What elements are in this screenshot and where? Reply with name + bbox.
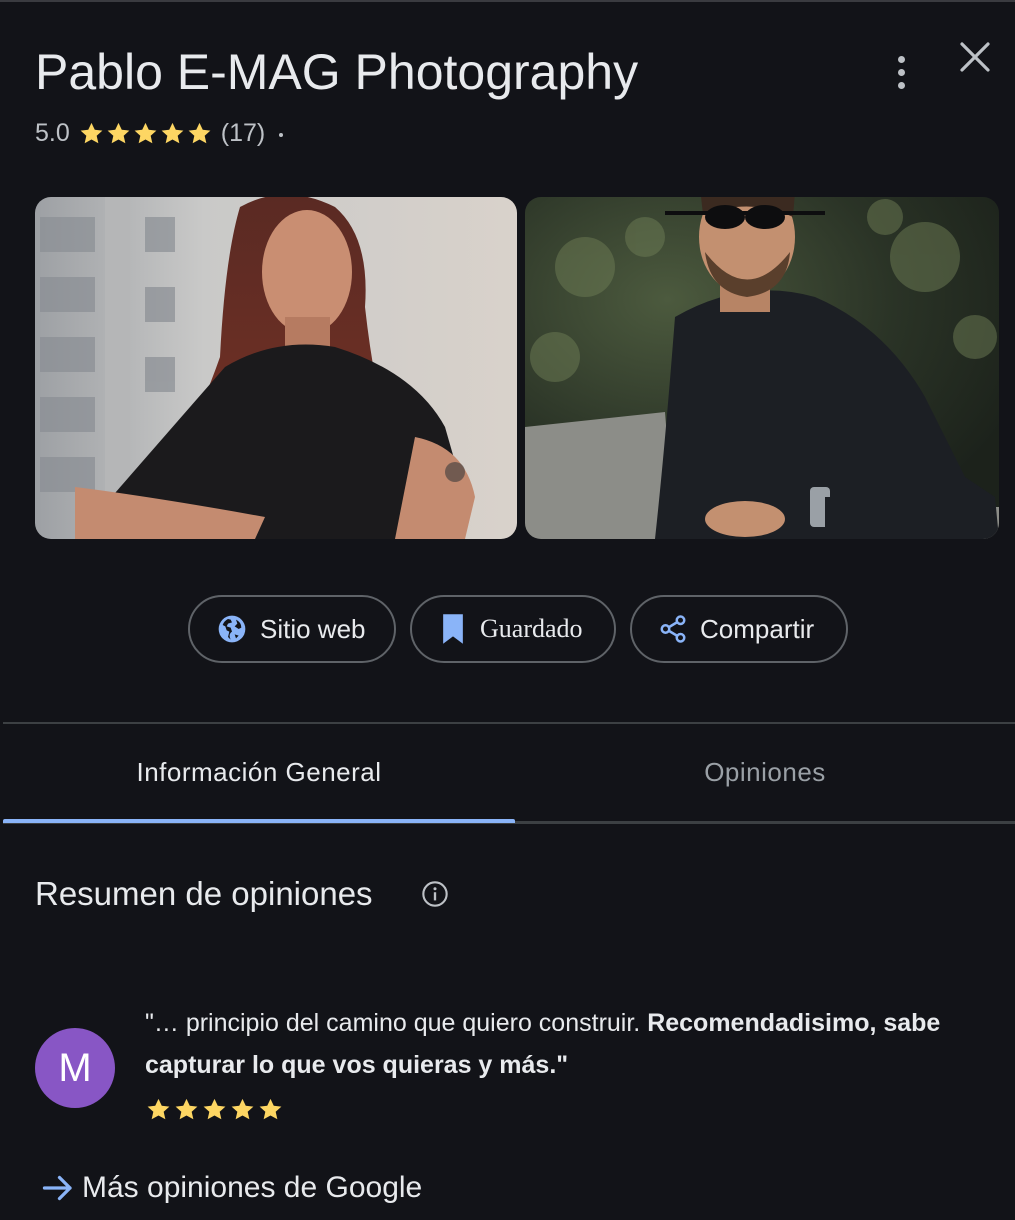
share-button[interactable]: Compartir xyxy=(630,595,848,663)
photo-man-portrait[interactable] xyxy=(525,197,999,539)
review-snippet: "… principio del camino que quiero const… xyxy=(145,1002,985,1086)
more-reviews-label: Más opiniones de Google xyxy=(82,1171,423,1204)
review-text-plain: "… principio del camino que quiero const… xyxy=(145,1009,648,1037)
business-title: Pablo E-MAG Photography xyxy=(35,44,639,100)
dot xyxy=(897,68,905,76)
share-label: Compartir xyxy=(700,613,815,644)
tab-general-info[interactable]: Información General xyxy=(3,724,515,820)
more-reviews-link[interactable]: Más opiniones de Google xyxy=(40,1170,422,1206)
star-icon xyxy=(161,122,184,143)
review-count-link[interactable]: (17) xyxy=(221,119,265,148)
star-icon xyxy=(188,122,211,143)
star-icon xyxy=(203,1098,226,1120)
star-icon xyxy=(80,122,103,143)
rating-row: 5.0 (17) xyxy=(35,116,284,150)
globe-icon xyxy=(218,615,246,643)
reviewer-avatar: M xyxy=(35,1028,115,1108)
star-icon xyxy=(259,1098,282,1120)
close-button[interactable] xyxy=(955,37,995,77)
star-icon xyxy=(147,1098,170,1120)
bookmark-icon xyxy=(443,614,463,644)
dot xyxy=(897,55,905,63)
tab-bar: Información General Opiniones xyxy=(3,724,1015,824)
star-icon xyxy=(175,1098,198,1120)
photo-woman-portrait[interactable] xyxy=(35,197,517,539)
saved-button[interactable]: Guardado xyxy=(410,595,616,663)
star-icon xyxy=(134,122,157,143)
more-options-button[interactable] xyxy=(885,52,917,92)
photo-man-image xyxy=(525,197,999,539)
website-button[interactable]: Sitio web xyxy=(188,595,396,663)
action-buttons: Sitio web Guardado Compartir xyxy=(188,595,848,663)
star-icon xyxy=(231,1098,254,1120)
dot xyxy=(897,81,905,89)
separator-dot xyxy=(279,133,284,137)
review-stars xyxy=(145,1096,284,1123)
close-icon xyxy=(960,42,990,72)
rating-value: 5.0 xyxy=(35,118,70,147)
star-icon xyxy=(107,122,130,143)
info-icon[interactable] xyxy=(421,880,449,908)
reviews-summary-title: Resumen de opiniones xyxy=(35,875,373,912)
photo-woman-image xyxy=(35,197,517,539)
website-label: Sitio web xyxy=(260,613,366,644)
business-panel: Pablo E-MAG Photography 5.0 (17) Sitio w… xyxy=(0,0,1015,1220)
share-icon xyxy=(660,615,686,643)
active-tab-indicator xyxy=(3,819,515,823)
arrow-right-icon xyxy=(42,1175,72,1201)
rating-stars xyxy=(78,120,213,147)
tab-reviews[interactable]: Opiniones xyxy=(515,724,1015,820)
saved-label: Guardado xyxy=(480,614,583,643)
